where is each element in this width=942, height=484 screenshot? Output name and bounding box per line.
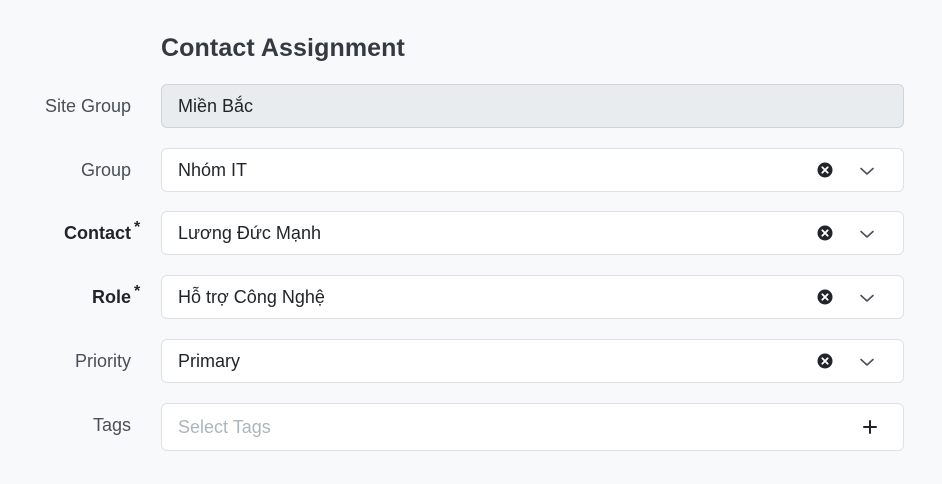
priority-value: Primary	[178, 350, 240, 371]
plus-icon[interactable]	[862, 419, 878, 435]
clear-icon[interactable]	[817, 289, 833, 305]
role-label: Role	[91, 286, 131, 307]
role-row: Role * Hỗ trợ Công Nghệ	[0, 275, 942, 319]
site-group-row: Site Group Miền Bắc	[0, 84, 942, 128]
chevron-down-icon[interactable]	[859, 354, 875, 370]
contact-select[interactable]: Lương Đức Mạnh	[161, 211, 904, 255]
contact-assignment-form: Contact Assignment Site Group Miền Bắc G…	[0, 0, 942, 484]
group-value: Nhóm IT	[178, 159, 248, 180]
clear-icon[interactable]	[817, 353, 833, 369]
contact-label: Contact	[64, 222, 131, 243]
role-value: Hỗ trợ Công Nghệ	[178, 286, 325, 307]
priority-label: Priority	[74, 350, 131, 371]
chevron-down-icon[interactable]	[859, 226, 875, 242]
clear-icon[interactable]	[817, 162, 833, 178]
group-row: Group Nhóm IT	[0, 148, 942, 192]
contact-value: Lương Đức Mạnh	[178, 222, 321, 243]
role-select[interactable]: Hỗ trợ Công Nghệ	[161, 275, 904, 319]
tags-row: Tags Select Tags	[0, 403, 942, 451]
site-group-value: Miền Bắc	[178, 95, 254, 116]
priority-select[interactable]: Primary	[161, 339, 904, 383]
tags-select[interactable]: Select Tags	[161, 403, 904, 451]
contact-row: Contact * Lương Đức Mạnh	[0, 211, 942, 255]
required-indicator: *	[134, 283, 141, 300]
tags-placeholder: Select Tags	[178, 416, 271, 437]
form-title: Contact Assignment	[161, 34, 405, 62]
site-group-field: Miền Bắc	[161, 84, 904, 128]
site-group-label: Site Group	[44, 95, 131, 116]
chevron-down-icon[interactable]	[859, 290, 875, 306]
priority-row: Priority Primary	[0, 339, 942, 383]
group-label: Group	[80, 159, 131, 180]
required-indicator: *	[134, 219, 141, 236]
tags-label: Tags	[92, 414, 131, 435]
clear-icon[interactable]	[817, 225, 833, 241]
group-select[interactable]: Nhóm IT	[161, 148, 904, 192]
chevron-down-icon[interactable]	[859, 163, 875, 179]
